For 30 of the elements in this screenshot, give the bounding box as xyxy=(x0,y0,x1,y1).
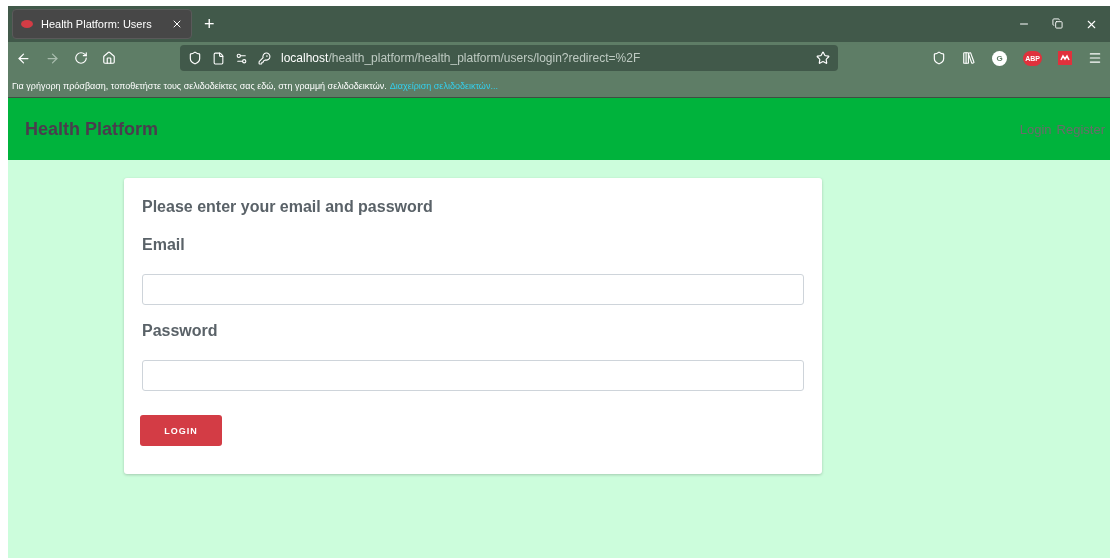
key-icon[interactable] xyxy=(258,51,271,65)
field-label: Email xyxy=(142,236,186,254)
restore-icon[interactable] xyxy=(1052,17,1063,31)
tab-title: Health Platform: Users xyxy=(41,18,153,30)
reload-icon[interactable] xyxy=(74,51,88,65)
forward-icon[interactable] xyxy=(45,50,60,66)
shield-icon[interactable] xyxy=(188,51,202,65)
library-icon[interactable] xyxy=(962,51,977,65)
extension-icon[interactable] xyxy=(1058,51,1072,65)
close-icon[interactable] xyxy=(171,18,183,30)
browser-tab[interactable]: Health Platform: Users xyxy=(12,9,192,39)
input-field[interactable] xyxy=(142,360,804,391)
brand-link[interactable]: Health Platform xyxy=(25,118,159,140)
input-field[interactable] xyxy=(142,274,804,305)
permissions-icon[interactable] xyxy=(235,51,248,65)
home-icon[interactable] xyxy=(102,51,116,65)
page-icon xyxy=(212,51,225,65)
manage-bookmarks-link[interactable]: Διαχείριση σελιδοδεικτών... xyxy=(389,80,498,91)
field-label: Password xyxy=(142,322,219,340)
extension-icon[interactable]: G xyxy=(992,50,1008,66)
new-tab-button[interactable]: + xyxy=(198,13,221,35)
url-text: localhost/health_platform/health_platform/users/login?redirect=%2F xyxy=(281,51,642,65)
login-button[interactable]: LOGIN xyxy=(140,415,222,446)
menu-icon[interactable] xyxy=(1088,51,1102,65)
bookmarks-message: Για γρήγορη πρόσβαση, τοποθετήστε τους σελιδοδείκτες σας εδώ, στη γραμμή σελιδοδεικτών. xyxy=(12,80,387,91)
star-icon[interactable] xyxy=(816,51,830,65)
form-heading: Please enter your email and password xyxy=(142,198,434,216)
logo-icon xyxy=(21,19,33,29)
address-bar[interactable]: localhost/health_platform/health_platform/users/login?redirect=%2F xyxy=(180,45,838,71)
back-icon[interactable] xyxy=(16,50,31,66)
